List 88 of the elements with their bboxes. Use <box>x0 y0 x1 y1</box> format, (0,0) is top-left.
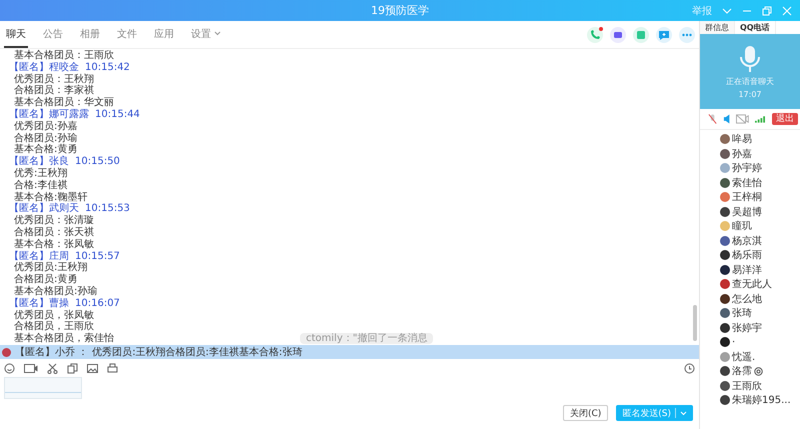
document-icon[interactable] <box>633 26 649 42</box>
signal-icon <box>755 115 766 123</box>
tab[interactable]: 相册 <box>78 21 102 48</box>
member-name[interactable]: 王梓桐 <box>732 190 762 204</box>
member-name[interactable]: 查无此人 <box>732 277 772 292</box>
sender-name: 【匿名】张良 <box>9 156 69 168</box>
member-name[interactable]: 王雨欣 <box>732 378 762 393</box>
tab[interactable]: 群信息 <box>700 21 735 34</box>
sender-name: 【匿名】武则天 <box>9 203 79 214</box>
message-time: 10:16:07 <box>75 298 120 310</box>
message-text: 合格团员：张天祺 <box>13 226 94 238</box>
member-name[interactable]: 哞易 <box>732 132 752 146</box>
message-text: 优秀团员：王秋翔 <box>13 74 94 85</box>
message-text: 基本合格:黄勇 <box>13 144 78 156</box>
member-name[interactable]: 怎么地 <box>732 292 762 306</box>
member-name[interactable]: 索佳怡 <box>732 176 762 190</box>
call-status: 正在语音聊天 <box>726 76 774 86</box>
camera-icon[interactable] <box>736 114 750 124</box>
message-text: 优秀:王秋翔 <box>13 168 68 180</box>
member-name[interactable]: 孙宇婷 <box>732 161 762 176</box>
message-text: 基本合格团员：王雨欣 <box>13 50 114 62</box>
chat-add-icon[interactable] <box>656 26 672 42</box>
tab[interactable]: 聊天 <box>4 21 28 48</box>
notice-text: 优秀团员:王秋翔合格团员:李佳祺基本合格:张琦 <box>92 346 302 359</box>
close-icon[interactable] <box>782 6 792 16</box>
message-time: 10:15:50 <box>75 156 120 168</box>
printer-icon[interactable] <box>107 362 118 374</box>
member-name[interactable]: 杨京淇 <box>732 234 762 248</box>
member-name[interactable]: 张婷宇 <box>732 320 762 335</box>
message-text: 合格团员，王雨欣 <box>13 321 94 332</box>
message-time: 10:15:44 <box>95 108 140 121</box>
more-icon[interactable] <box>679 26 695 42</box>
call-duration: 17:07 <box>738 90 762 98</box>
files-icon[interactable] <box>67 362 78 374</box>
message-text: 基本合格:鞠墨轩 <box>13 192 88 203</box>
message-time: 10:15:42 <box>85 62 130 74</box>
avatar-icon <box>2 348 11 356</box>
tab[interactable]: 应用 <box>152 21 176 48</box>
member-name[interactable]: 张琦 <box>732 306 752 320</box>
close-button[interactable]: 关闭(C) <box>562 405 608 421</box>
message-time: 10:15:53 <box>85 203 130 215</box>
message-text: 合格团员:孙瑜 <box>13 132 78 144</box>
message-text: 合格团员:黄勇 <box>13 274 78 286</box>
microphone-icon[interactable] <box>708 113 718 125</box>
speaker-icon[interactable] <box>723 114 730 124</box>
scissors-icon[interactable] <box>47 362 58 374</box>
message-text: 合格:李佳祺 <box>13 180 68 192</box>
recall-notice: ctomily："撤回了一条消息 <box>300 333 434 344</box>
emoji-icon[interactable] <box>4 362 15 374</box>
message-text: 优秀团员：张清璇 <box>13 215 94 226</box>
restore-icon[interactable] <box>762 6 772 16</box>
message-text: 基本合格团员：华文丽 <box>13 97 114 108</box>
member-name[interactable]: 洛霈 <box>732 364 752 378</box>
clock-icon[interactable] <box>684 362 695 374</box>
member-name[interactable]: 朱瑞婷195... <box>732 393 791 408</box>
window-title: 19预防医学 <box>371 3 429 18</box>
sender-name: 【匿名】曹操 <box>9 298 69 310</box>
message-text: 优秀团员:王秋翔 <box>13 262 88 274</box>
sender-name: 【匿名】娜可露露 <box>9 108 89 120</box>
notice-sender: 【匿名】小乔 ： <box>15 346 88 359</box>
tab[interactable]: 文件 <box>115 21 139 48</box>
message-text: 优秀团员:孙嘉 <box>13 120 78 132</box>
notice-bar[interactable]: 【匿名】小乔 ： 优秀团员:王秋翔合格团员:李佳祺基本合格:张琦 <box>0 345 699 359</box>
video-call-icon[interactable] <box>610 26 626 42</box>
sender-name: 【匿名】庄周 <box>9 250 69 262</box>
message-text: 基本合格：张凤敏 <box>13 238 94 250</box>
member-name[interactable]: 杨乐雨 <box>732 248 762 262</box>
message-text: 合格团员：李家祺 <box>13 85 94 96</box>
member-name[interactable]: 忱遥. <box>732 350 756 364</box>
message-text: 优秀团员，张凤敏 <box>13 310 94 321</box>
tab[interactable]: 公告 <box>41 21 65 48</box>
member-name[interactable]: 瞳玑 <box>732 219 752 234</box>
tab[interactable]: 设置 <box>189 21 223 48</box>
sender-name: 【匿名】程咬金 <box>9 62 79 74</box>
member-name[interactable]: 易洋洋 <box>732 262 762 277</box>
message-text: 基本合格团员，索佳怡 <box>13 333 114 345</box>
member-name[interactable]: · <box>732 336 736 348</box>
chevron-down-icon[interactable] <box>722 6 732 14</box>
exit-button[interactable]: 退出 <box>772 113 798 125</box>
phone-icon[interactable] <box>587 26 603 42</box>
member-name[interactable]: 孙嘉 <box>732 146 752 161</box>
scrollbar[interactable] <box>693 305 697 341</box>
message-time: 10:15:57 <box>75 250 120 262</box>
microphone-icon <box>739 44 761 72</box>
message-text: 基本合格团员:孙瑜 <box>13 286 98 298</box>
caret-icon[interactable] <box>680 410 687 416</box>
member-name[interactable]: 吴超博 <box>732 204 762 219</box>
image-icon[interactable] <box>87 362 98 374</box>
